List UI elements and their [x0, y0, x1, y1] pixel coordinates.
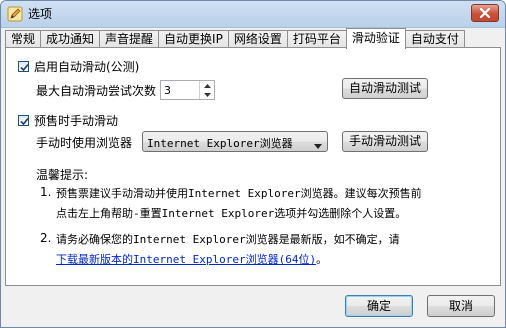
manual-slide-test-button[interactable]: 手动滑动测试	[342, 131, 428, 152]
slide-verify-panel: 启用自动滑动(公测) 最大自动滑动尝试次数 3 自动滑动测试 预售时手动滑动 手…	[5, 47, 501, 286]
max-attempts-input[interactable]: 3	[160, 80, 216, 100]
browser-select-value: Internet Explorer浏览器	[147, 137, 293, 150]
tip-2-line-2: 下载最新版本的Internet Explorer浏览器(64位)。	[56, 251, 327, 267]
browser-select[interactable]: Internet Explorer浏览器	[142, 131, 328, 152]
auto-slide-label: 启用自动滑动(公测)	[34, 60, 140, 74]
tab-bar: 常规 成功通知 声音提醒 自动更换IP 网络设置 打码平台 滑动验证 自动支付	[5, 28, 465, 49]
ok-button[interactable]: 确定	[345, 295, 413, 317]
tip-2-line-1: 请务必确保您的Internet Explorer浏览器是最新版，如不确定，请	[56, 233, 400, 246]
tip-2-suffix: 。	[316, 253, 328, 266]
check-icon	[20, 63, 29, 72]
title-bar[interactable]: 选项	[1, 1, 505, 28]
close-icon	[479, 8, 491, 18]
max-attempts-label: 最大自动滑动尝试次数	[36, 83, 157, 98]
tip-1-number: 1.	[40, 185, 52, 199]
max-attempts-spinner	[199, 81, 214, 99]
auto-slide-row: 启用自动滑动(公测)	[18, 58, 139, 75]
manual-slide-label: 预售时手动滑动	[34, 114, 119, 128]
tips-heading: 温馨提示:	[36, 168, 89, 182]
check-icon	[20, 117, 29, 126]
tab-slide-verify[interactable]: 滑动验证	[345, 28, 406, 49]
browser-row: 手动时使用浏览器	[36, 134, 132, 151]
auto-slide-test-button[interactable]: 自动滑动测试	[342, 78, 428, 99]
max-attempts-row: 最大自动滑动尝试次数 3	[36, 80, 216, 100]
download-ie-link[interactable]: 下载最新版本的Internet Explorer浏览器(64位)	[56, 253, 316, 266]
cancel-button[interactable]: 取消	[427, 295, 495, 317]
options-dialog: 选项 常规 成功通知 声音提醒 自动更换IP 网络设置 打码平台 滑动验证 自动…	[0, 0, 506, 328]
spin-up-icon[interactable]	[200, 81, 214, 90]
tip-2-number: 2.	[40, 231, 52, 245]
tip-1-line-1: 预售票建议手动滑动并使用Internet Explorer浏览器。建议每次预售前	[56, 187, 422, 200]
auto-slide-checkbox[interactable]	[18, 61, 29, 72]
chevron-down-icon	[314, 139, 322, 152]
tip-1-line-2: 点击左上角帮助-重置Internet Explorer选项并勾选删除个人设置。	[56, 207, 407, 220]
max-attempts-value: 3	[164, 84, 172, 97]
pencil-icon	[7, 6, 23, 22]
manual-slide-checkbox[interactable]	[18, 115, 29, 126]
spin-down-icon[interactable]	[200, 90, 214, 99]
browser-label: 手动时使用浏览器	[36, 136, 133, 150]
manual-slide-row: 预售时手动滑动	[18, 112, 118, 129]
window-title: 选项	[28, 7, 53, 21]
close-button[interactable]	[471, 4, 499, 22]
